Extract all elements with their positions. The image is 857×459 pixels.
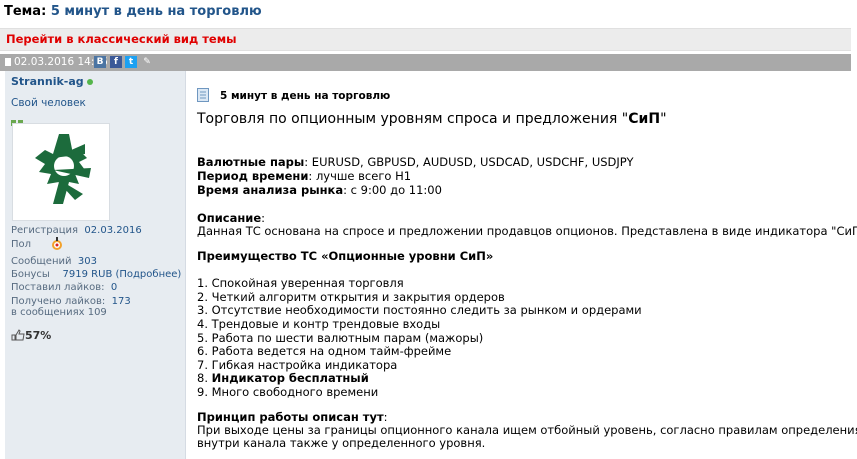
- document-icon: [197, 88, 209, 102]
- gender-icon: [52, 237, 62, 250]
- topic-title: Тема: 5 минут в день на торговлю: [4, 4, 262, 19]
- gender-info: Пол: [11, 239, 32, 250]
- link-share-icon[interactable]: ✎: [141, 56, 153, 68]
- registration-info: Регистрация 02.03.2016: [11, 225, 142, 236]
- post-subtitle: 5 минут в день на торговлю: [220, 90, 391, 102]
- likes-percent-value: 57%: [25, 329, 52, 342]
- classic-view-link[interactable]: Перейти в классический вид темы: [6, 32, 237, 46]
- user-rank: Свой человек: [11, 97, 86, 109]
- description-text: Данная ТС основана на спросе и предложен…: [197, 224, 857, 238]
- document-icon: [5, 58, 11, 66]
- list-item: 4. Трендовые и контр трендовые входы: [197, 317, 441, 331]
- list-item: 8. Индикатор бесплатный: [197, 371, 369, 385]
- online-dot-icon: [86, 79, 93, 85]
- likes-in-messages-info: в сообщениях 109: [11, 307, 107, 318]
- bonus-info: Бонусы 7919 RUB (Подробнее): [11, 269, 182, 280]
- principle-text-1: При выходе цены за границы опционного ка…: [197, 423, 857, 437]
- avatar-logo-icon: [35, 134, 91, 204]
- principle-label: Принцип работы описан тут:: [197, 410, 388, 424]
- post-content: 5 минут в день на торговлю Торговля по о…: [197, 71, 857, 459]
- pairs-line: Валютные пары: EURUSD, GBPUSD, AUDUSD, U…: [197, 155, 634, 169]
- list-item: 6. Работа ведется на одном тайм-фрейме: [197, 344, 452, 358]
- likes-got-info: Получено лайков: 173: [11, 296, 131, 307]
- analysis-line: Время анализа рынка: с 9:00 до 11:00: [197, 183, 442, 197]
- list-item: 2. Четкий алгоритм открытия и закрытия о…: [197, 290, 505, 304]
- list-item: 7. Гибкая настройка индикатора: [197, 358, 398, 372]
- reputation-bars-icon: [11, 111, 25, 126]
- principle-text-2: внутри канала также у определенного уров…: [197, 436, 486, 450]
- list-item: 1. Спокойная уверенная торговля: [197, 276, 404, 290]
- classic-view-bar: Перейти в классический вид темы: [0, 28, 851, 51]
- user-sidebar: Strannik-ag Свой человек Регистрация 02.…: [5, 71, 186, 459]
- twitter-share-icon[interactable]: t: [125, 56, 137, 68]
- avatar[interactable]: [12, 123, 110, 221]
- username-text[interactable]: Strannik-ag: [11, 75, 84, 88]
- description-label: Описание:: [197, 211, 266, 225]
- likes-given-info: Поставил лайков: 0: [11, 282, 118, 293]
- likes-percent: 57%: [11, 329, 51, 342]
- post-heading: Торговля по опционным уровням спроса и п…: [197, 111, 667, 127]
- messages-info: Сообщений 303: [11, 256, 97, 267]
- list-item: 9. Много свободного времени: [197, 385, 379, 399]
- topic-prefix: Тема:: [4, 4, 47, 19]
- period-line: Период времени: лучше всего H1: [197, 169, 412, 183]
- username[interactable]: Strannik-ag: [11, 75, 93, 88]
- post-header: 02.03.2016 14:46 В f t ✎: [0, 54, 851, 71]
- list-item: 3. Отсутствие необходимости постоянно сл…: [197, 303, 642, 317]
- topic-name[interactable]: 5 минут в день на торговлю: [51, 4, 262, 19]
- vk-share-icon[interactable]: В: [94, 56, 106, 68]
- list-item: 5. Работа по шести валютным парам (мажор…: [197, 331, 484, 345]
- likes-icon: [11, 329, 25, 341]
- facebook-share-icon[interactable]: f: [110, 56, 122, 68]
- advantage-title: Преимущество ТС «Опционные уровни СиП»: [197, 249, 494, 263]
